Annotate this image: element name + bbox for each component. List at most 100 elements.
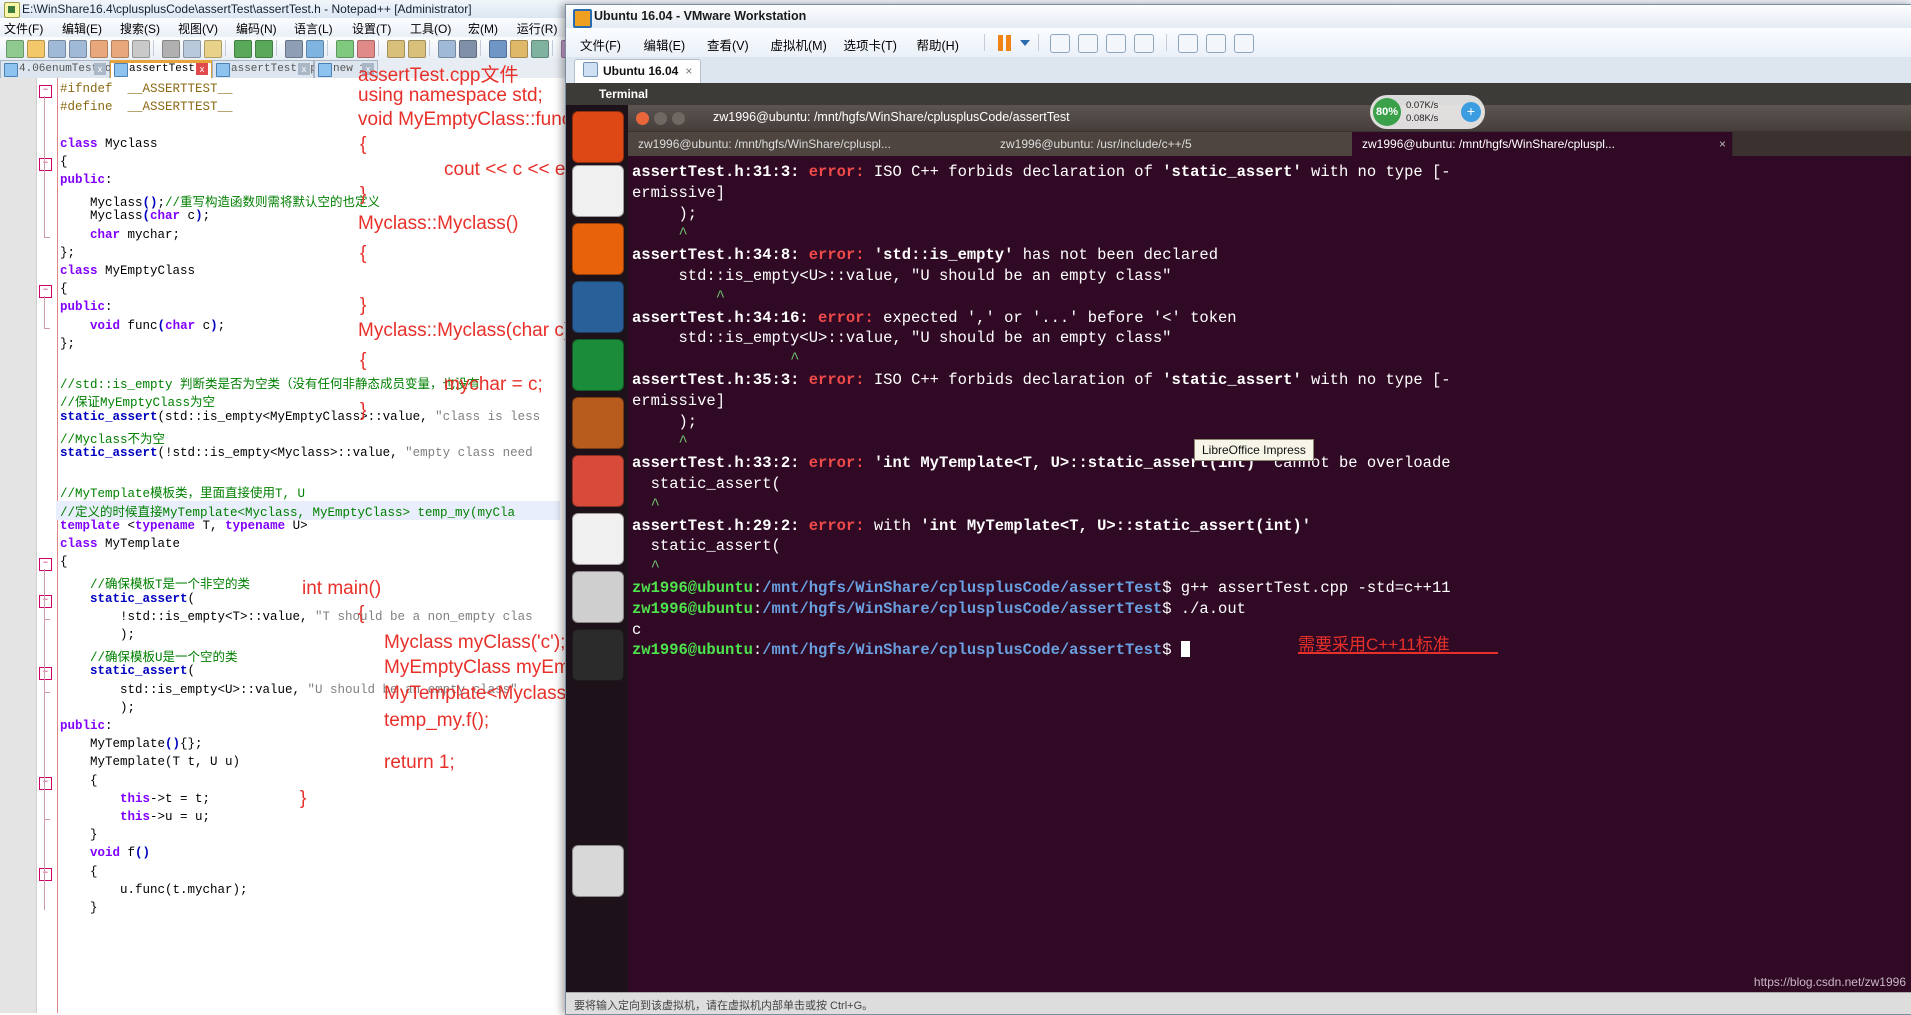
toolbar-button-15[interactable] bbox=[285, 40, 303, 58]
code-line[interactable]: !std::is_empty<T>::value, "T should be a… bbox=[60, 610, 533, 624]
toolbar-button-10[interactable] bbox=[204, 40, 222, 58]
fold-toggle[interactable]: − bbox=[39, 867, 52, 881]
terminal-icon[interactable] bbox=[572, 629, 624, 681]
vmware-menu-3[interactable]: 虚拟机(M) bbox=[771, 35, 827, 54]
unity-mode-icon[interactable] bbox=[1206, 34, 1226, 53]
vm-tab-close-icon[interactable]: × bbox=[685, 64, 692, 78]
code-line[interactable]: public: bbox=[60, 719, 113, 733]
fullscreen-icon[interactable] bbox=[1178, 34, 1198, 53]
fold-toggle[interactable]: − bbox=[39, 667, 52, 681]
fold-toggle[interactable]: − bbox=[39, 776, 52, 790]
toolbar-button-0[interactable] bbox=[6, 40, 24, 58]
vmware-menu-0[interactable]: 文件(F) bbox=[580, 35, 621, 54]
firefox-icon[interactable] bbox=[572, 223, 624, 275]
toolbar-button-6[interactable] bbox=[132, 40, 150, 58]
toolbar-button-24[interactable] bbox=[438, 40, 456, 58]
code-line[interactable]: } bbox=[60, 828, 98, 842]
toolbar-button-22[interactable] bbox=[408, 40, 426, 58]
vmware-menu-2[interactable]: 查看(V) bbox=[707, 35, 749, 54]
code-line[interactable]: static_assert( bbox=[60, 592, 195, 606]
code-line[interactable]: MyTemplate(){}; bbox=[60, 737, 203, 751]
terminal-tab-close-icon[interactable]: × bbox=[1719, 132, 1726, 156]
code-line[interactable]: ); bbox=[60, 628, 135, 642]
code-line[interactable]: //确保模板T是一个非空的类 bbox=[60, 573, 250, 592]
toolbar-button-8[interactable] bbox=[162, 40, 180, 58]
toolbar-button-3[interactable] bbox=[69, 40, 87, 58]
terminal-tab-0[interactable]: zw1996@ubuntu: /mnt/hgfs/WinShare/cplusp… bbox=[628, 132, 1009, 156]
tab-close-icon[interactable]: x bbox=[298, 63, 310, 75]
notepad-menu-8[interactable]: 宏(M) bbox=[468, 20, 498, 37]
toolbar-button-5[interactable] bbox=[111, 40, 129, 58]
code-line[interactable]: } bbox=[60, 901, 98, 915]
code-line[interactable]: u.func(t.mychar); bbox=[60, 883, 248, 897]
window-maximize-icon[interactable] bbox=[672, 112, 685, 125]
terminal-tab-2[interactable]: zw1996@ubuntu: /mnt/hgfs/WinShare/cplusp… bbox=[1352, 132, 1733, 156]
suspend-vm-icon[interactable] bbox=[998, 35, 1013, 51]
tab-close-icon[interactable]: x bbox=[196, 63, 208, 75]
unity-launcher[interactable] bbox=[566, 105, 628, 993]
chevron-down-icon[interactable] bbox=[1020, 40, 1030, 46]
toolbar-button-18[interactable] bbox=[336, 40, 354, 58]
fold-toggle[interactable]: − bbox=[39, 85, 52, 98]
vmware-menu-4[interactable]: 选项卡(T) bbox=[844, 35, 897, 54]
vmware-menu-5[interactable]: 帮助(H) bbox=[917, 35, 959, 54]
libreoffice-calc-icon[interactable] bbox=[572, 339, 624, 391]
code-line[interactable]: public: bbox=[60, 300, 113, 314]
code-line[interactable]: //确保模板U是一个空的类 bbox=[60, 646, 238, 665]
fold-toggle[interactable]: − bbox=[39, 285, 52, 299]
code-line[interactable]: { bbox=[60, 155, 68, 169]
stretch-icon[interactable] bbox=[1234, 34, 1254, 53]
code-line[interactable]: ); bbox=[60, 701, 135, 715]
terminal-window[interactable]: zw1996@ubuntu: /mnt/hgfs/WinShare/cplusp… bbox=[628, 105, 1911, 993]
code-line[interactable]: class Myclass bbox=[60, 137, 158, 151]
editor-tab-0[interactable]: 4.06enumTest.cpp x bbox=[0, 60, 125, 79]
code-line[interactable]: void f() bbox=[60, 846, 150, 860]
vmware-menu-1[interactable]: 编辑(E) bbox=[644, 35, 686, 54]
code-line[interactable]: { bbox=[60, 774, 98, 788]
code-line[interactable]: MyTemplate(T t, U u) bbox=[60, 755, 240, 769]
code-line[interactable]: char mychar; bbox=[60, 228, 180, 242]
fold-toggle[interactable]: − bbox=[39, 594, 52, 608]
code-line[interactable]: //保证MyEmptyClass为空 bbox=[60, 391, 215, 410]
code-line[interactable]: static_assert( bbox=[60, 664, 195, 678]
toolbar-button-27[interactable] bbox=[489, 40, 507, 58]
fold-toggle[interactable]: − bbox=[39, 157, 52, 171]
toolbar-button-4[interactable] bbox=[90, 40, 108, 58]
code-line[interactable]: }; bbox=[60, 246, 75, 260]
toolbar-button-12[interactable] bbox=[234, 40, 252, 58]
software-center-icon[interactable] bbox=[572, 455, 624, 507]
trash-icon[interactable] bbox=[572, 845, 624, 897]
notepad-menu-2[interactable]: 搜索(S) bbox=[120, 20, 160, 37]
system-settings-icon[interactable] bbox=[572, 571, 624, 623]
toolbar-button-28[interactable] bbox=[510, 40, 528, 58]
code-line[interactable]: public: bbox=[60, 173, 113, 187]
code-line[interactable]: this->t = t; bbox=[60, 792, 210, 806]
notepad-menu-1[interactable]: 编辑(E) bbox=[62, 20, 102, 37]
code-line[interactable]: { bbox=[60, 865, 98, 879]
terminal-tab-1[interactable]: zw1996@ubuntu: /usr/include/c++/5× bbox=[990, 132, 1371, 156]
terminal-tabbar[interactable]: zw1996@ubuntu: /mnt/hgfs/WinShare/cplusp… bbox=[628, 131, 1911, 156]
network-speed-badge[interactable]: 80% 0.07K/s 0.08K/s + bbox=[1370, 95, 1485, 129]
snapshot-icon[interactable] bbox=[1050, 34, 1070, 53]
code-line[interactable]: this->u = u; bbox=[60, 810, 210, 824]
notepad-menu-4[interactable]: 编码(N) bbox=[236, 20, 277, 37]
code-line[interactable]: Myclass();//重写构造函数则需将默认空的也定义 bbox=[60, 191, 380, 210]
code-line[interactable]: Myclass(char c); bbox=[60, 209, 210, 223]
code-line[interactable]: //MyTemplate模板类，里面直接使用T, U bbox=[60, 482, 305, 501]
code-line[interactable]: class MyTemplate bbox=[60, 537, 180, 551]
vmware-vm-tab[interactable]: Ubuntu 16.04 × bbox=[574, 59, 702, 85]
toolbar-button-25[interactable] bbox=[459, 40, 477, 58]
revert-snapshot-icon[interactable] bbox=[1106, 34, 1126, 53]
notepad-menu-3[interactable]: 视图(V) bbox=[178, 20, 218, 37]
toolbar-button-1[interactable] bbox=[27, 40, 45, 58]
libreoffice-impress-icon[interactable] bbox=[572, 397, 624, 449]
code-line[interactable]: class MyEmptyClass bbox=[60, 264, 195, 278]
code-line[interactable]: //std::is_empty 判断类是否为空类（没有任何非静态成员变量，也没有 bbox=[60, 373, 480, 392]
notepad-menu-0[interactable]: 文件(F) bbox=[4, 20, 43, 37]
code-line[interactable]: //定义的时候直接MyTemplate<Myclass, MyEmptyClas… bbox=[56, 500, 560, 520]
toolbar-button-21[interactable] bbox=[387, 40, 405, 58]
ubuntu-dash-icon[interactable] bbox=[572, 111, 624, 163]
tab-close-icon[interactable]: x bbox=[94, 63, 106, 75]
toolbar-button-9[interactable] bbox=[183, 40, 201, 58]
code-line[interactable]: #define __ASSERTTEST__ bbox=[60, 100, 233, 114]
